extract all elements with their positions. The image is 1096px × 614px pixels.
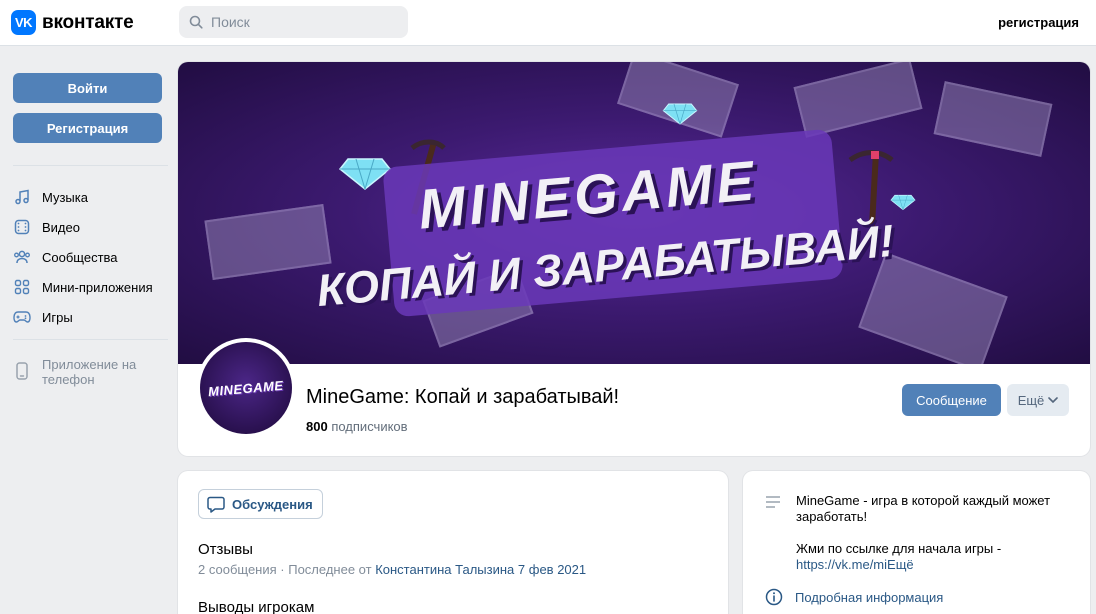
comment-icon <box>207 496 225 513</box>
topic-date-link[interactable]: 7 фев 2021 <box>518 562 586 577</box>
details-link[interactable]: Подробная информация <box>765 588 943 606</box>
nav-item-mini-apps[interactable]: Мини-приложения <box>13 272 153 302</box>
app-promo-label: Приложение на телефон <box>42 357 137 387</box>
diamond-icon <box>662 103 698 125</box>
vk-logo-text: вконтакте <box>42 11 134 33</box>
group-title: MineGame: Копай и зарабатывай! <box>306 386 620 408</box>
login-button[interactable]: Войти <box>13 73 162 103</box>
search-box[interactable] <box>179 6 408 38</box>
more-button[interactable]: Ещё <box>1007 384 1069 416</box>
left-nav: Музыка Видео Сообщества Мини-приложения … <box>13 182 153 332</box>
group-description: MineGame - игра в которой каждый может з… <box>796 493 1076 573</box>
subscribers-label: подписчиков <box>331 419 408 434</box>
music-icon <box>13 188 31 206</box>
topic-last-by: · Последнее от <box>280 562 372 577</box>
vk-logo-icon: VK <box>11 10 36 35</box>
register-button[interactable]: Регистрация <box>13 113 162 143</box>
group-cover: MINEGAME КОПАЙ И ЗАРАБАТЫВАЙ! <box>178 62 1090 364</box>
description-icon <box>766 496 780 508</box>
details-label: Подробная информация <box>795 589 944 605</box>
group-avatar[interactable]: MINEGAME <box>196 338 296 438</box>
nav-item-label: Игры <box>42 309 73 325</box>
register-link[interactable]: регистрация <box>998 15 1079 30</box>
search-input[interactable] <box>211 14 391 30</box>
nav-item-label: Видео <box>42 219 80 235</box>
more-button-label: Ещё <box>1017 392 1045 408</box>
top-bar: VK вконтакте регистрация <box>0 0 1096 46</box>
left-divider <box>13 165 168 166</box>
mini-apps-icon <box>13 278 31 296</box>
vk-logo[interactable]: VK вконтакте <box>11 10 134 35</box>
nav-item-label: Музыка <box>42 189 88 205</box>
description-link[interactable]: https://vk.me/mi <box>796 557 887 572</box>
tab-discussions[interactable]: Обсуждения <box>198 489 323 519</box>
nav-item-music[interactable]: Музыка <box>13 182 153 212</box>
show-more-link[interactable]: Ещё <box>887 557 914 572</box>
nav-item-label: Сообщества <box>42 249 118 265</box>
group-header-card: MINEGAME КОПАЙ И ЗАРАБАТЫВАЙ! MINEGAME M… <box>178 62 1090 456</box>
topic-count: 2 сообщения <box>198 562 277 577</box>
description-link-row: https://vk.me/miЕщё <box>796 557 1076 573</box>
subscribers-count[interactable]: 800 подписчиков <box>306 419 408 434</box>
info-icon <box>765 588 783 606</box>
money-decoration <box>933 81 1053 157</box>
info-card: MineGame - игра в которой каждый может з… <box>743 471 1090 614</box>
phone-icon <box>13 357 31 387</box>
money-decoration <box>617 62 739 138</box>
video-icon <box>13 218 31 236</box>
nav-item-label: Мини-приложения <box>42 279 153 295</box>
message-button[interactable]: Сообщение <box>902 384 1001 416</box>
money-decoration <box>858 252 1008 364</box>
avatar-image: MINEGAME <box>200 342 292 434</box>
description-line: MineGame - игра в которой каждый может з… <box>796 493 1051 524</box>
gamepad-icon <box>13 308 31 326</box>
money-decoration <box>204 203 332 281</box>
avatar-text: MINEGAME <box>207 377 285 399</box>
chevron-down-icon <box>1048 397 1059 403</box>
app-promo-link[interactable]: Приложение на телефон <box>13 357 152 387</box>
search-icon <box>189 15 203 29</box>
topic-meta: 2 сообщения · Последнее от Константина Т… <box>198 562 586 577</box>
description-line: Жми по ссылке для начала игры - <box>796 541 1002 556</box>
communities-icon <box>13 248 31 266</box>
topic-author-link[interactable]: Константина Талызина <box>375 562 514 577</box>
tab-label: Обсуждения <box>232 496 313 512</box>
left-divider <box>13 339 168 340</box>
topic-title[interactable]: Отзывы <box>198 541 253 558</box>
money-decoration <box>793 62 923 138</box>
discussions-card: Обсуждения Отзывы 2 сообщения · Последне… <box>178 471 728 614</box>
nav-item-video[interactable]: Видео <box>13 212 153 242</box>
nav-item-communities[interactable]: Сообщества <box>13 242 153 272</box>
subscribers-number: 800 <box>306 419 328 434</box>
topic-title[interactable]: Выводы игрокам <box>198 599 314 614</box>
nav-item-games[interactable]: Игры <box>13 302 153 332</box>
